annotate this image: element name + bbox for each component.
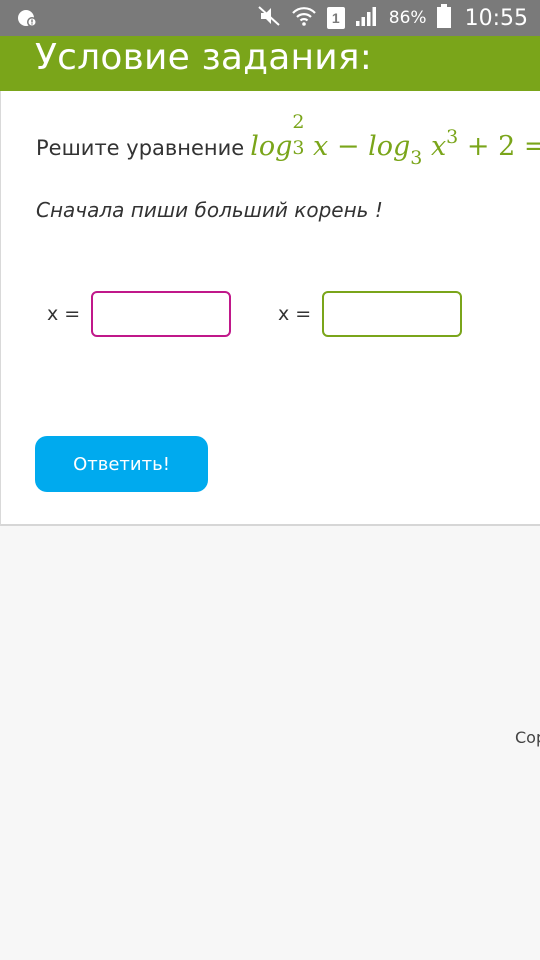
answer-group-2: x =: [278, 291, 463, 337]
status-bar: 1 86% 10:55: [0, 0, 540, 36]
answer-label-2: x =: [278, 303, 312, 325]
eq-equals: =0: [523, 131, 540, 162]
eq-var2-sup: 3: [446, 126, 459, 148]
eq-log1: log: [250, 131, 293, 162]
answer-input-1[interactable]: [91, 291, 232, 337]
task-card: Решите уравнение log 2 3 x − log3 x3 + 2 =…: [0, 91, 540, 526]
answer-group-1: x =: [47, 291, 232, 337]
wifi-icon: [291, 5, 317, 32]
eq-var2: x: [430, 131, 447, 162]
clock: 10:55: [464, 5, 528, 31]
eq-plus: + 2: [466, 131, 516, 162]
eq-minus: −: [336, 131, 360, 162]
task-header: Условие задания:: [0, 36, 540, 91]
eq-log1-sup: 2: [292, 111, 305, 133]
mute-icon: [257, 5, 281, 32]
footer-copyright: Cop: [515, 728, 540, 747]
battery-percent: 86%: [388, 8, 427, 28]
task-hint: Сначала пиши больший корень !: [36, 198, 383, 222]
eq-log1-sub: 3: [292, 137, 305, 159]
eq-log2-sub: 3: [410, 147, 423, 169]
question-prompt: Решите уравнение: [36, 136, 245, 160]
sim-icon: 1: [326, 7, 345, 29]
eq-log2: log: [368, 131, 411, 162]
question-line: Решите уравнение log 2 3 x − log3 x3 + 2 =…: [36, 111, 540, 169]
submit-button[interactable]: Ответить!: [35, 436, 208, 492]
equation: log23 x − log3 x3 + 2 =0: [250, 111, 540, 169]
answer-label-1: x =: [47, 303, 81, 325]
answer-input-2[interactable]: [322, 291, 463, 337]
signal-icon: [355, 5, 379, 32]
page-title: Условие задания:: [35, 37, 373, 78]
notification-icon: [16, 8, 38, 33]
battery-icon: [436, 3, 451, 33]
eq-var1: x: [313, 131, 329, 162]
